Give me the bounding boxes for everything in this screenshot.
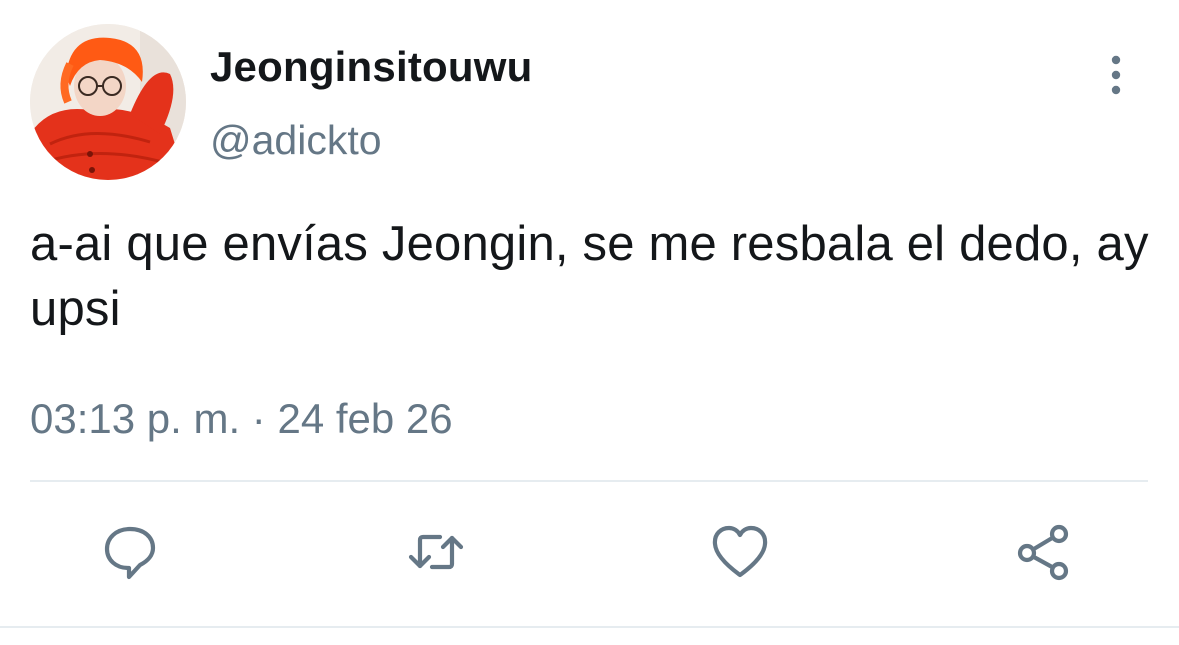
tweet-time: 03:13 p. m. bbox=[30, 395, 241, 442]
more-options-button[interactable] bbox=[1096, 52, 1136, 98]
user-handle[interactable]: @adickto bbox=[210, 114, 382, 166]
tweet-date: 24 feb 26 bbox=[277, 395, 453, 442]
display-name[interactable]: Jeonginsitouwu bbox=[210, 41, 532, 93]
bottom-divider bbox=[0, 626, 1179, 628]
divider bbox=[30, 480, 1148, 482]
avatar[interactable] bbox=[30, 24, 186, 180]
meta-separator: · bbox=[251, 395, 266, 442]
avatar-image bbox=[30, 24, 186, 180]
share-button[interactable] bbox=[1012, 520, 1076, 584]
tweet-timestamp[interactable]: 03:13 p. m. · 24 feb 26 bbox=[30, 391, 453, 447]
retweet-icon bbox=[408, 534, 464, 570]
reply-icon bbox=[104, 526, 156, 580]
share-icon bbox=[1017, 524, 1069, 581]
like-button[interactable] bbox=[708, 520, 772, 584]
reply-button[interactable] bbox=[98, 520, 162, 584]
more-vertical-icon bbox=[1111, 55, 1121, 95]
tweet-text: a-ai que envías Jeongin, se me resbala e… bbox=[30, 217, 1149, 336]
tweet-card: Jeonginsitouwu @adickto a-ai que envías … bbox=[0, 0, 1179, 645]
retweet-button[interactable] bbox=[404, 520, 468, 584]
heart-icon bbox=[712, 525, 768, 578]
